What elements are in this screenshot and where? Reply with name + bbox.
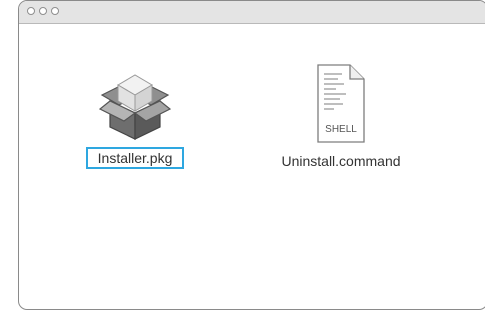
close-button[interactable] xyxy=(27,7,35,15)
file-name-label[interactable]: Installer.pkg xyxy=(85,147,185,169)
finder-window: Installer.pkg SHELL Uninstall.command xyxy=(18,0,485,310)
shell-script-icon: SHELL xyxy=(317,64,365,143)
file-item-installer-pkg[interactable]: Installer.pkg xyxy=(75,67,195,169)
file-grid: Installer.pkg SHELL Uninstall.command xyxy=(19,24,485,309)
shell-badge-text: SHELL xyxy=(325,124,357,135)
title-bar[interactable] xyxy=(19,1,485,24)
file-item-uninstall-command[interactable]: SHELL Uninstall.command xyxy=(271,64,411,171)
zoom-button[interactable] xyxy=(51,7,59,15)
file-name-label[interactable]: Uninstall.command xyxy=(281,153,400,169)
package-box-icon xyxy=(98,74,172,140)
minimize-button[interactable] xyxy=(39,7,47,15)
